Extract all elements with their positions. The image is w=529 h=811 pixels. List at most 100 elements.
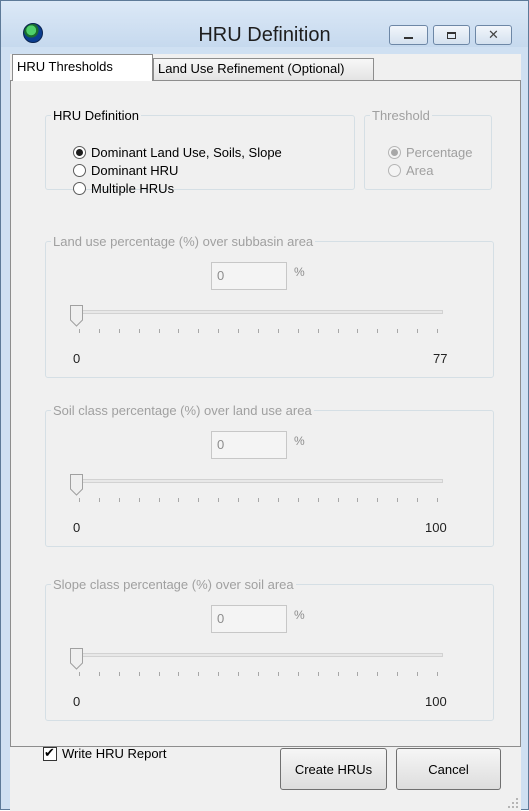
- land-use-max-label: 77: [433, 351, 448, 366]
- slider-tick: [417, 498, 418, 502]
- maximize-button[interactable]: [433, 25, 470, 45]
- slider-tick: [159, 329, 160, 333]
- slope-class-percentage-input[interactable]: 0: [211, 605, 287, 633]
- slider-tick: [377, 672, 378, 676]
- radio-button[interactable]: [73, 163, 86, 177]
- radio-button[interactable]: [388, 145, 401, 159]
- radio-button[interactable]: [73, 181, 86, 195]
- tab-label: Land Use Refinement (Optional): [158, 61, 345, 76]
- radio-dominant-hru[interactable]: Dominant HRU: [73, 161, 178, 179]
- slider-tick: [278, 498, 279, 502]
- slider-tick: [377, 498, 378, 502]
- slope-class-slider-track[interactable]: [73, 653, 443, 657]
- soil-class-percentage-input[interactable]: 0: [211, 431, 287, 459]
- title-bar[interactable]: HRU Definition ✕: [1, 1, 528, 47]
- minimize-icon: [404, 37, 413, 39]
- land-use-slider-ticks: [73, 329, 443, 333]
- slider-tick: [298, 672, 299, 676]
- radio-button[interactable]: [73, 145, 86, 159]
- create-hrus-button[interactable]: Create HRUs: [280, 748, 387, 790]
- land-use-legend: Land use percentage (%) over subbasin ar…: [53, 234, 314, 249]
- slider-thumb-icon[interactable]: [70, 648, 83, 670]
- slider-tick: [218, 672, 219, 676]
- slider-thumb-icon[interactable]: [70, 474, 83, 496]
- slider-tick: [437, 498, 438, 502]
- slider-tick: [417, 672, 418, 676]
- slider-tick: [278, 329, 279, 333]
- soil-class-legend: Soil class percentage (%) over land use …: [53, 403, 312, 418]
- slider-tick: [298, 329, 299, 333]
- close-icon: ✕: [488, 27, 499, 42]
- land-use-min-label: 0: [73, 351, 81, 366]
- slider-tick: [357, 329, 358, 333]
- slider-tick: [338, 672, 339, 676]
- slider-tick: [79, 498, 80, 502]
- slider-tick: [238, 329, 239, 333]
- slider-tick: [258, 672, 259, 676]
- slope-class-unit: %: [294, 608, 305, 622]
- radio-button[interactable]: [388, 163, 401, 177]
- slider-tick: [79, 329, 80, 333]
- tab-panel-hru-thresholds: HRU Definition Dominant Land Use, Soils,…: [10, 80, 521, 747]
- slider-tick: [278, 672, 279, 676]
- soil-class-unit: %: [294, 434, 305, 448]
- slider-tick: [258, 329, 259, 333]
- slider-tick: [417, 329, 418, 333]
- radio-area[interactable]: Area: [388, 161, 433, 179]
- land-use-slider-track[interactable]: [73, 310, 443, 314]
- slider-tick: [119, 498, 120, 502]
- tab-strip: HRU Thresholds Land Use Refinement (Opti…: [10, 54, 521, 81]
- radio-multiple-hrus[interactable]: Multiple HRUs: [73, 179, 174, 197]
- slider-tick: [318, 498, 319, 502]
- slope-class-slider-ticks: [73, 672, 443, 676]
- slider-tick: [338, 329, 339, 333]
- slider-tick: [397, 672, 398, 676]
- slider-tick: [198, 498, 199, 502]
- tab-label: HRU Thresholds: [17, 59, 113, 74]
- land-use-percentage-input[interactable]: 0: [211, 262, 287, 290]
- slider-tick: [238, 672, 239, 676]
- window-client: HRU Thresholds Land Use Refinement (Opti…: [10, 54, 521, 811]
- radio-label: Dominant Land Use, Soils, Slope: [91, 144, 282, 160]
- slider-tick: [377, 329, 378, 333]
- resize-grip-icon[interactable]: [508, 798, 518, 808]
- slider-tick: [198, 672, 199, 676]
- close-button[interactable]: ✕: [475, 25, 512, 45]
- slider-tick: [338, 498, 339, 502]
- hru-definition-window: HRU Definition ✕ HRU Thresholds Land Use…: [0, 0, 529, 811]
- slider-tick: [318, 329, 319, 333]
- slider-tick: [119, 329, 120, 333]
- slider-tick: [397, 498, 398, 502]
- slider-tick: [178, 672, 179, 676]
- slider-tick: [139, 672, 140, 676]
- slider-tick: [357, 498, 358, 502]
- slider-tick: [139, 498, 140, 502]
- slider-thumb-icon[interactable]: [70, 305, 83, 327]
- slope-class-min-label: 0: [73, 694, 81, 709]
- slider-tick: [178, 498, 179, 502]
- tab-land-use-refinement[interactable]: Land Use Refinement (Optional): [153, 58, 374, 80]
- soil-class-slider-track[interactable]: [73, 479, 443, 483]
- soil-class-min-label: 0: [73, 520, 81, 535]
- slider-tick: [318, 672, 319, 676]
- slider-tick: [99, 329, 100, 333]
- tab-hru-thresholds[interactable]: HRU Thresholds: [12, 54, 153, 81]
- radio-label: Area: [406, 162, 434, 178]
- radio-label: Multiple HRUs: [91, 180, 175, 196]
- hru-definition-legend: HRU Definition: [53, 108, 139, 123]
- slider-tick: [397, 329, 398, 333]
- slider-tick: [119, 672, 120, 676]
- maximize-icon: [447, 31, 456, 39]
- cancel-button[interactable]: Cancel: [396, 748, 501, 790]
- slider-tick: [178, 329, 179, 333]
- radio-percentage[interactable]: Percentage: [388, 143, 473, 161]
- radio-dominant-landuse-soils-slope[interactable]: Dominant Land Use, Soils, Slope: [73, 143, 282, 161]
- slider-tick: [258, 498, 259, 502]
- write-hru-report-checkbox[interactable]: [43, 745, 57, 761]
- slider-tick: [437, 672, 438, 676]
- slope-class-max-label: 100: [425, 694, 447, 709]
- slider-tick: [159, 672, 160, 676]
- minimize-button[interactable]: [389, 25, 428, 45]
- slider-tick: [139, 329, 140, 333]
- soil-class-max-label: 100: [425, 520, 447, 535]
